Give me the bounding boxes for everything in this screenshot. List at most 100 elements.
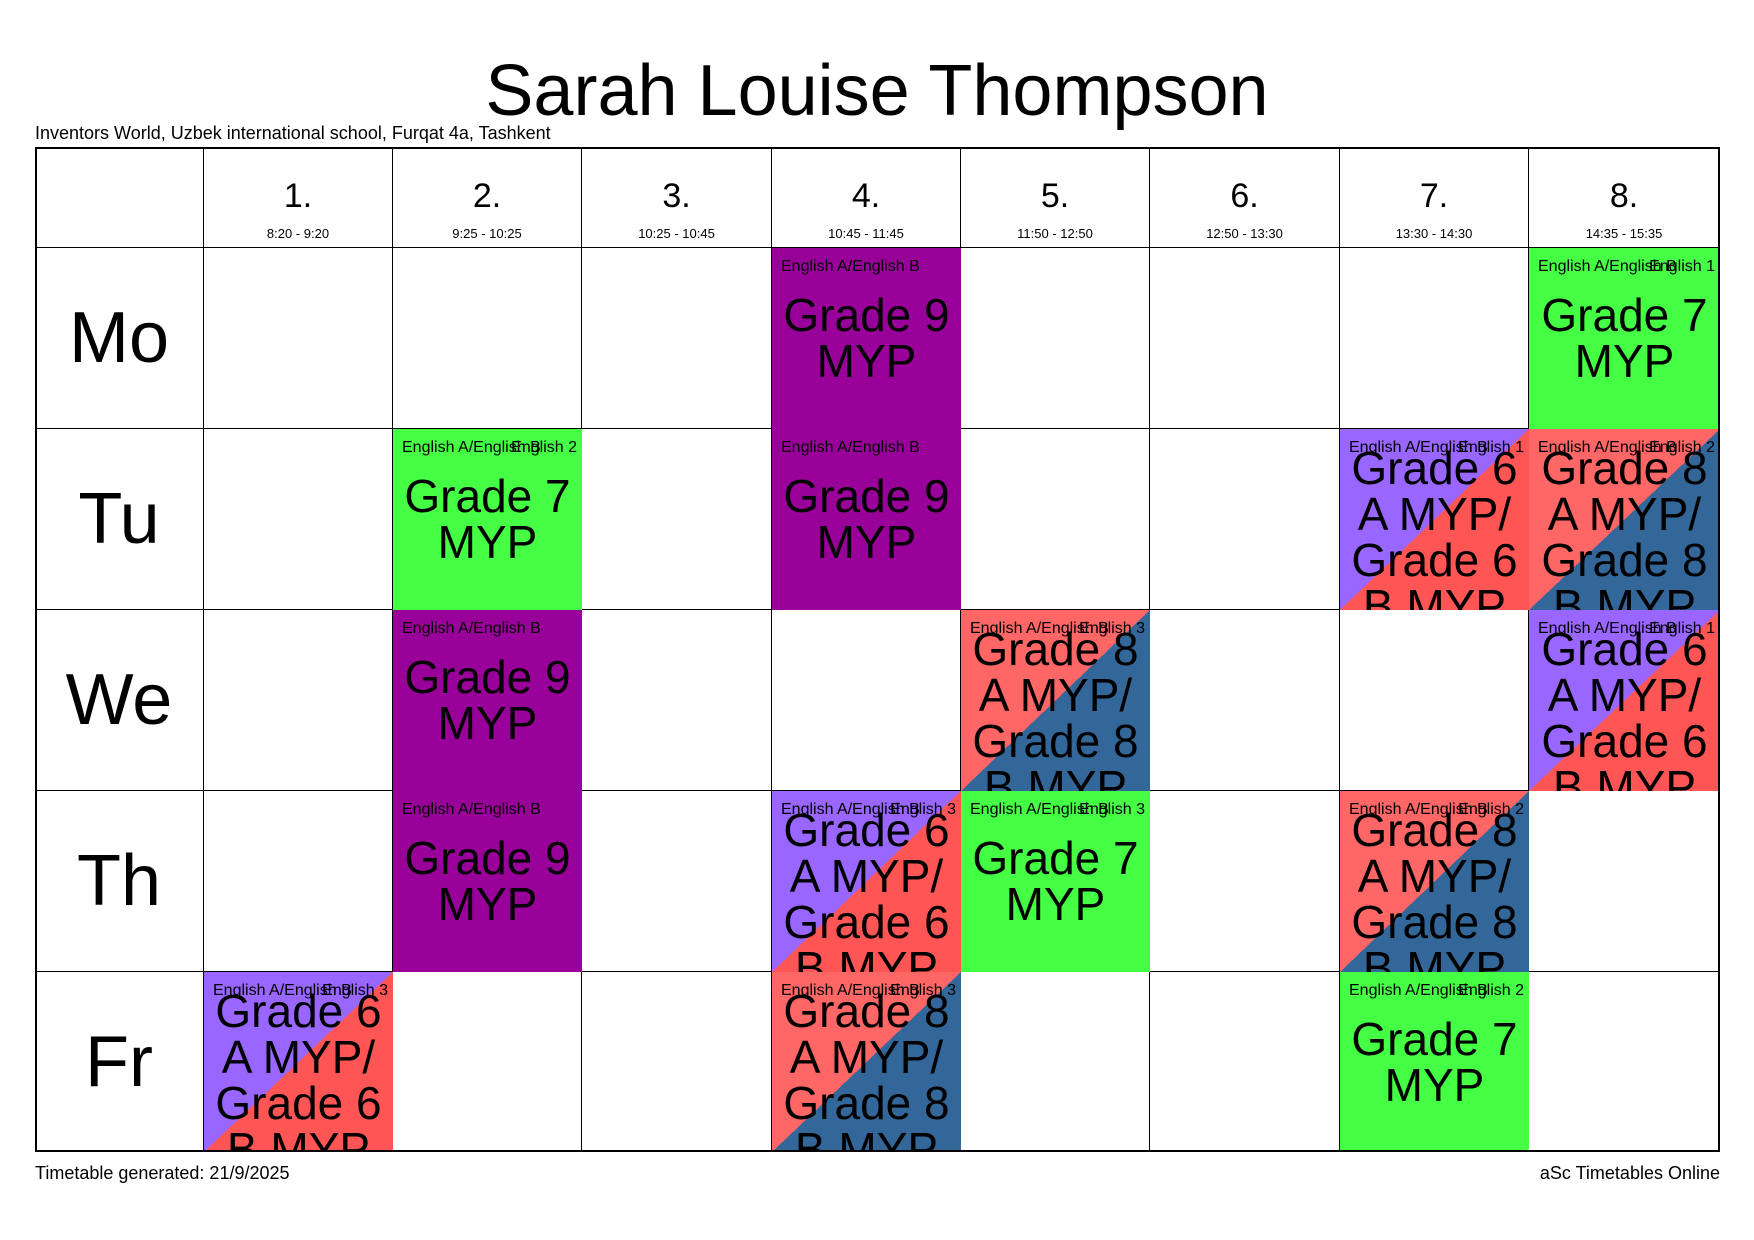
slot-cell bbox=[1150, 429, 1340, 610]
lesson-card[interactable]: Grade 8A MYP/Grade 8B MYP English A/Engli… bbox=[1529, 429, 1720, 610]
period-time: 14:35 - 15:35 bbox=[1585, 226, 1663, 241]
day-header: Fr bbox=[35, 972, 204, 1152]
lesson-card[interactable]: Grade 9 MYP English A/English B bbox=[393, 791, 582, 972]
period-number: 6. bbox=[1230, 177, 1259, 215]
lesson-subject: English A/English B bbox=[402, 620, 541, 637]
lesson-card[interactable]: Grade 7 MYP English A/English B English 3 bbox=[961, 791, 1150, 972]
day-header: Mo bbox=[35, 248, 204, 429]
lesson-group: English 3 bbox=[1079, 801, 1145, 818]
slot-cell bbox=[961, 972, 1150, 1152]
lesson-card[interactable]: Grade 8A MYP/Grade 8B MYP English A/Engli… bbox=[772, 972, 961, 1152]
slot-cell bbox=[582, 248, 772, 429]
lesson-group: English 2 bbox=[1458, 982, 1524, 999]
lesson-group: English 1 bbox=[1649, 258, 1715, 275]
lesson-class: Grade 6A MYP/Grade 6B MYP bbox=[1351, 442, 1518, 610]
period-number: 7. bbox=[1419, 177, 1449, 215]
slot-cell bbox=[1150, 610, 1340, 791]
lesson-class: Grade 9 MYP bbox=[404, 651, 571, 749]
lesson-class: Grade 9 MYP bbox=[783, 289, 950, 387]
slot-cell bbox=[1150, 248, 1340, 429]
lesson-class: Grade 7 MYP bbox=[404, 470, 571, 568]
slot-cell bbox=[582, 429, 772, 610]
day-label: Th bbox=[76, 841, 162, 921]
lesson-group: English 3 bbox=[1079, 620, 1145, 637]
lesson-group: English 3 bbox=[890, 982, 956, 999]
lesson-card[interactable]: Grade 6A MYP/Grade 6B MYP English A/Engli… bbox=[1340, 429, 1529, 610]
slot-cell bbox=[1150, 791, 1340, 972]
lesson-subject: English A/English B bbox=[402, 801, 541, 818]
period-header: 2. 9:25 - 10:25 bbox=[393, 147, 582, 248]
period-time: 11:50 - 12:50 bbox=[1017, 226, 1093, 241]
lesson-class: Grade 7 MYP bbox=[1541, 289, 1708, 387]
period-number: 1. bbox=[283, 177, 313, 215]
lesson-card[interactable]: Grade 9 MYP English A/English B bbox=[393, 610, 582, 791]
slot-cell bbox=[961, 248, 1150, 429]
period-header: 7. 13:30 - 14:30 bbox=[1340, 147, 1529, 248]
lesson-class: Grade 8A MYP/Grade 8B MYP bbox=[1541, 442, 1708, 610]
slot-cell bbox=[582, 610, 772, 791]
lesson-card[interactable]: Grade 7 MYP English A/English B English 2 bbox=[1340, 972, 1529, 1152]
lesson-group: English 2 bbox=[1649, 439, 1715, 456]
slot-cell bbox=[1340, 248, 1529, 429]
lesson-card[interactable]: Grade 9 MYP English A/English B bbox=[772, 429, 961, 610]
slot-cell bbox=[772, 610, 961, 791]
day-label: Fr bbox=[85, 1021, 153, 1102]
lesson-class: Grade 7 MYP bbox=[972, 832, 1139, 930]
period-header: 3. 10:25 - 10:45 bbox=[582, 147, 772, 248]
lesson-class: Grade 7 MYP bbox=[1351, 1013, 1518, 1111]
lesson-card[interactable]: Grade 9 MYP English A/English B bbox=[772, 248, 961, 429]
slot-cell bbox=[582, 791, 772, 972]
lesson-group: English 3 bbox=[890, 801, 956, 818]
period-time: 12:50 - 13:30 bbox=[1206, 226, 1283, 241]
slot-cell bbox=[393, 248, 582, 429]
lesson-subject: English A/English B bbox=[781, 258, 920, 275]
lesson-class: Grade 8A MYP/Grade 8B MYP bbox=[783, 985, 950, 1152]
period-number: 4. bbox=[851, 177, 881, 215]
lesson-card[interactable]: Grade 6A MYP/Grade 6B MYP English A/Engli… bbox=[772, 791, 961, 972]
slot-cell bbox=[204, 429, 393, 610]
period-header: 4. 10:45 - 11:45 bbox=[772, 147, 961, 248]
lesson-card[interactable]: Grade 7 MYP English A/English B English 1 bbox=[1529, 248, 1720, 429]
school-address: Inventors World, Uzbek international sch… bbox=[35, 123, 551, 143]
period-header: 1. 8:20 - 9:20 bbox=[204, 147, 393, 248]
slot-cell bbox=[1150, 972, 1340, 1152]
day-label: Tu bbox=[78, 479, 160, 559]
timetable-grid: 1. 8:20 - 9:20 2. 9:25 - 10:25 3. 10:25 - 10:… bbox=[35, 147, 1720, 1152]
lesson-card[interactable]: Grade 7 MYP English A/English B English 2 bbox=[393, 429, 582, 610]
lesson-class: Grade 6A MYP/Grade 6B MYP bbox=[1541, 623, 1708, 791]
day-header: We bbox=[35, 610, 204, 791]
corner-cell bbox=[35, 147, 204, 248]
lesson-card[interactable]: Grade 6A MYP/Grade 6B MYP English A/Engli… bbox=[204, 972, 393, 1152]
period-time: 9:25 - 10:25 bbox=[452, 226, 522, 241]
slot-cell bbox=[1529, 791, 1720, 972]
period-header: 6. 12:50 - 13:30 bbox=[1150, 147, 1340, 248]
lesson-group: English 3 bbox=[322, 982, 388, 999]
period-header: 8. 14:35 - 15:35 bbox=[1529, 147, 1720, 248]
period-time: 13:30 - 14:30 bbox=[1395, 226, 1473, 241]
lesson-class: Grade 9 MYP bbox=[404, 832, 571, 930]
period-number: 8. bbox=[1609, 177, 1639, 215]
lesson-class: Grade 8A MYP/Grade 8B MYP bbox=[1351, 804, 1518, 972]
lesson-group: English 2 bbox=[511, 439, 577, 456]
day-label: We bbox=[65, 660, 173, 740]
brand-label: aSc Timetables Online bbox=[1539, 1163, 1720, 1183]
lesson-class: Grade 6A MYP/Grade 6B MYP bbox=[783, 804, 950, 972]
period-time: 8:20 - 9:20 bbox=[266, 226, 330, 241]
lesson-class: Grade 6A MYP/Grade 6B MYP bbox=[215, 985, 382, 1152]
lesson-group: English 1 bbox=[1458, 439, 1524, 456]
slot-cell bbox=[582, 972, 772, 1152]
lesson-class: Grade 8A MYP/Grade 8B MYP bbox=[972, 623, 1139, 791]
day-label: Mo bbox=[68, 298, 170, 378]
lesson-group: English 1 bbox=[1649, 620, 1715, 637]
slot-cell bbox=[393, 972, 582, 1152]
lesson-card[interactable]: Grade 8A MYP/Grade 8B MYP English A/Engli… bbox=[1340, 791, 1529, 972]
slot-cell bbox=[961, 429, 1150, 610]
period-time: 10:45 - 11:45 bbox=[828, 226, 904, 241]
slot-cell bbox=[1529, 972, 1720, 1152]
lesson-card[interactable]: Grade 8A MYP/Grade 8B MYP English A/Engli… bbox=[961, 610, 1150, 791]
slot-cell bbox=[204, 610, 393, 791]
period-number: 2. bbox=[472, 177, 502, 215]
lesson-card[interactable]: Grade 6A MYP/Grade 6B MYP English A/Engli… bbox=[1529, 610, 1720, 791]
period-time: 10:25 - 10:45 bbox=[638, 226, 715, 241]
day-header: Tu bbox=[35, 429, 204, 610]
